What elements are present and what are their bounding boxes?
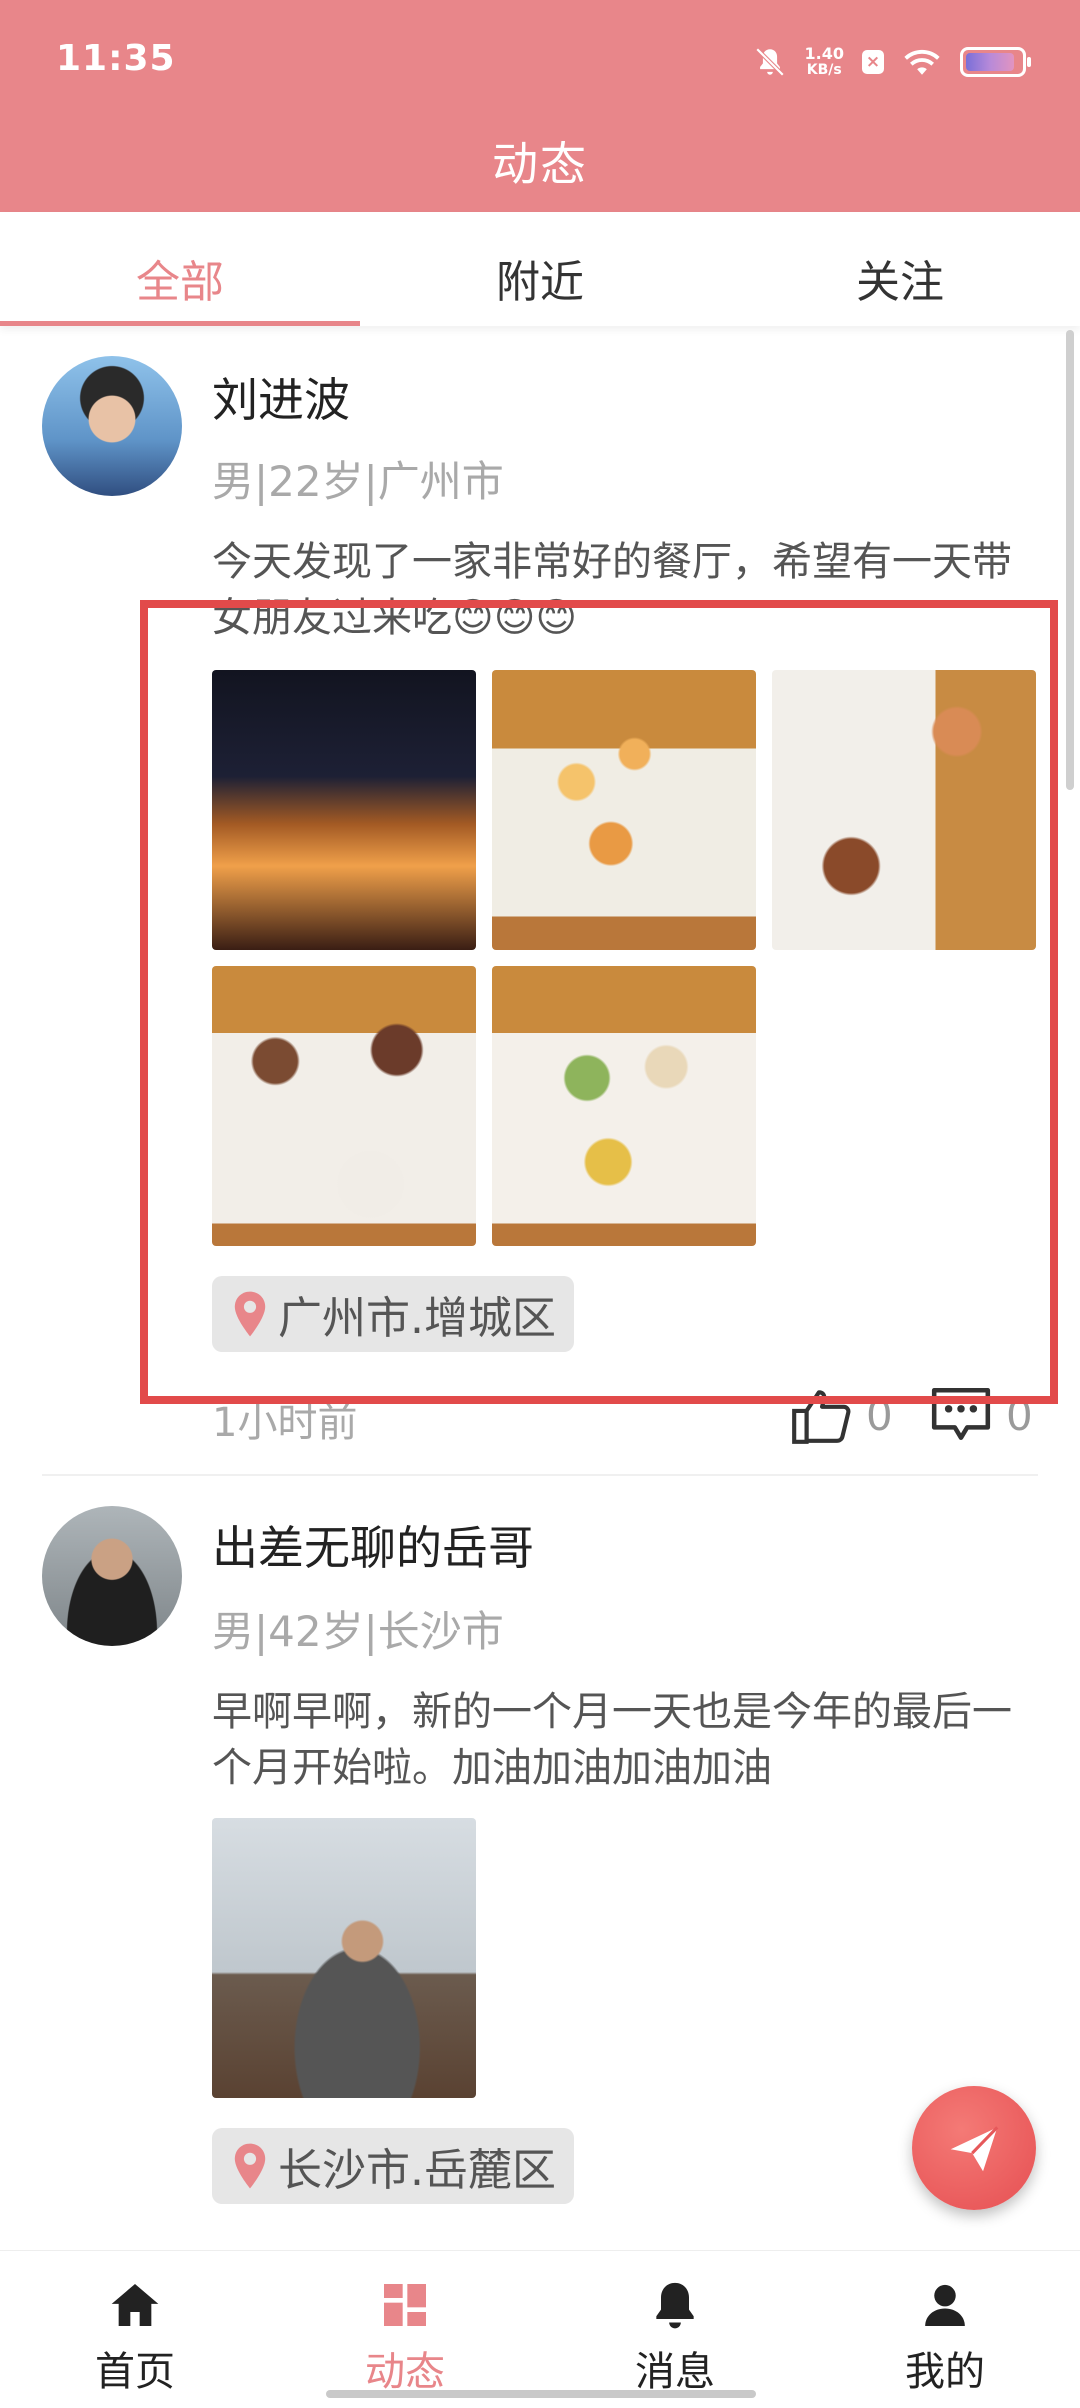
- status-bar: 11:35 1.40 KB/s ×: [0, 0, 1080, 126]
- status-time: 11:35: [56, 38, 176, 79]
- feed-tabs: 全部 附近 关注: [0, 212, 1080, 326]
- close-badge-icon: ×: [862, 50, 884, 74]
- highlight-box: [140, 600, 1058, 1404]
- post-author-name[interactable]: 刘进波: [212, 364, 350, 430]
- nav-profile[interactable]: 我的: [810, 2251, 1080, 2408]
- location-pin-icon: [234, 2143, 266, 2189]
- post-author-meta: 男|42岁|长沙市: [212, 1607, 504, 1656]
- post-content: 早啊早啊，新的一个月一天也是今年的最后一个月开始啦。加油加油加油加油: [212, 1689, 1012, 1791]
- tab-all[interactable]: 全部: [0, 212, 360, 326]
- speed-unit: KB/s: [806, 62, 842, 78]
- nav-feed[interactable]: 动态: [270, 2251, 540, 2408]
- tab-following[interactable]: 关注: [720, 212, 1080, 326]
- nav-profile-label: 我的: [905, 2349, 985, 2395]
- bell-icon: [656, 2282, 694, 2329]
- status-icons: 1.40 KB/s ×: [753, 42, 1031, 82]
- location-text: 长沙市.岳麓区: [278, 2145, 556, 2196]
- wifi-icon: [904, 49, 940, 75]
- nav-home[interactable]: 首页: [0, 2251, 270, 2408]
- nav-messages[interactable]: 消息: [540, 2251, 810, 2408]
- network-speed: 1.40 KB/s: [805, 45, 844, 79]
- battery-icon: [960, 47, 1031, 77]
- bottom-navigation: 首页 动态 消息 我的: [0, 2250, 1080, 2408]
- home-indicator[interactable]: [326, 2390, 756, 2398]
- post-divider: [42, 1474, 1038, 1476]
- nav-feed-label: 动态: [365, 2349, 445, 2395]
- post-author-meta: 男|22岁|广州市: [212, 457, 504, 506]
- speed-value: 1.40: [804, 44, 844, 63]
- feed-scrollbar[interactable]: [1066, 330, 1074, 790]
- post-photo[interactable]: [212, 1818, 476, 2098]
- mute-icon: [755, 47, 784, 77]
- home-icon: [111, 2284, 159, 2326]
- nav-home-label: 首页: [95, 2349, 175, 2395]
- location-tag[interactable]: 长沙市.岳麓区: [212, 2128, 574, 2204]
- app-header: 11:35 1.40 KB/s × 动态: [0, 0, 1080, 212]
- publish-button[interactable]: [912, 2086, 1036, 2210]
- grid-icon: [384, 2284, 426, 2326]
- person-icon: [925, 2284, 965, 2326]
- avatar[interactable]: [42, 1506, 182, 1646]
- tab-nearby[interactable]: 附近: [360, 212, 720, 326]
- post-author-name[interactable]: 出差无聊的岳哥: [212, 1512, 534, 1578]
- send-icon: [950, 2126, 999, 2172]
- avatar[interactable]: [42, 356, 182, 496]
- nav-messages-label: 消息: [635, 2349, 715, 2395]
- page-title: 动态: [492, 137, 588, 191]
